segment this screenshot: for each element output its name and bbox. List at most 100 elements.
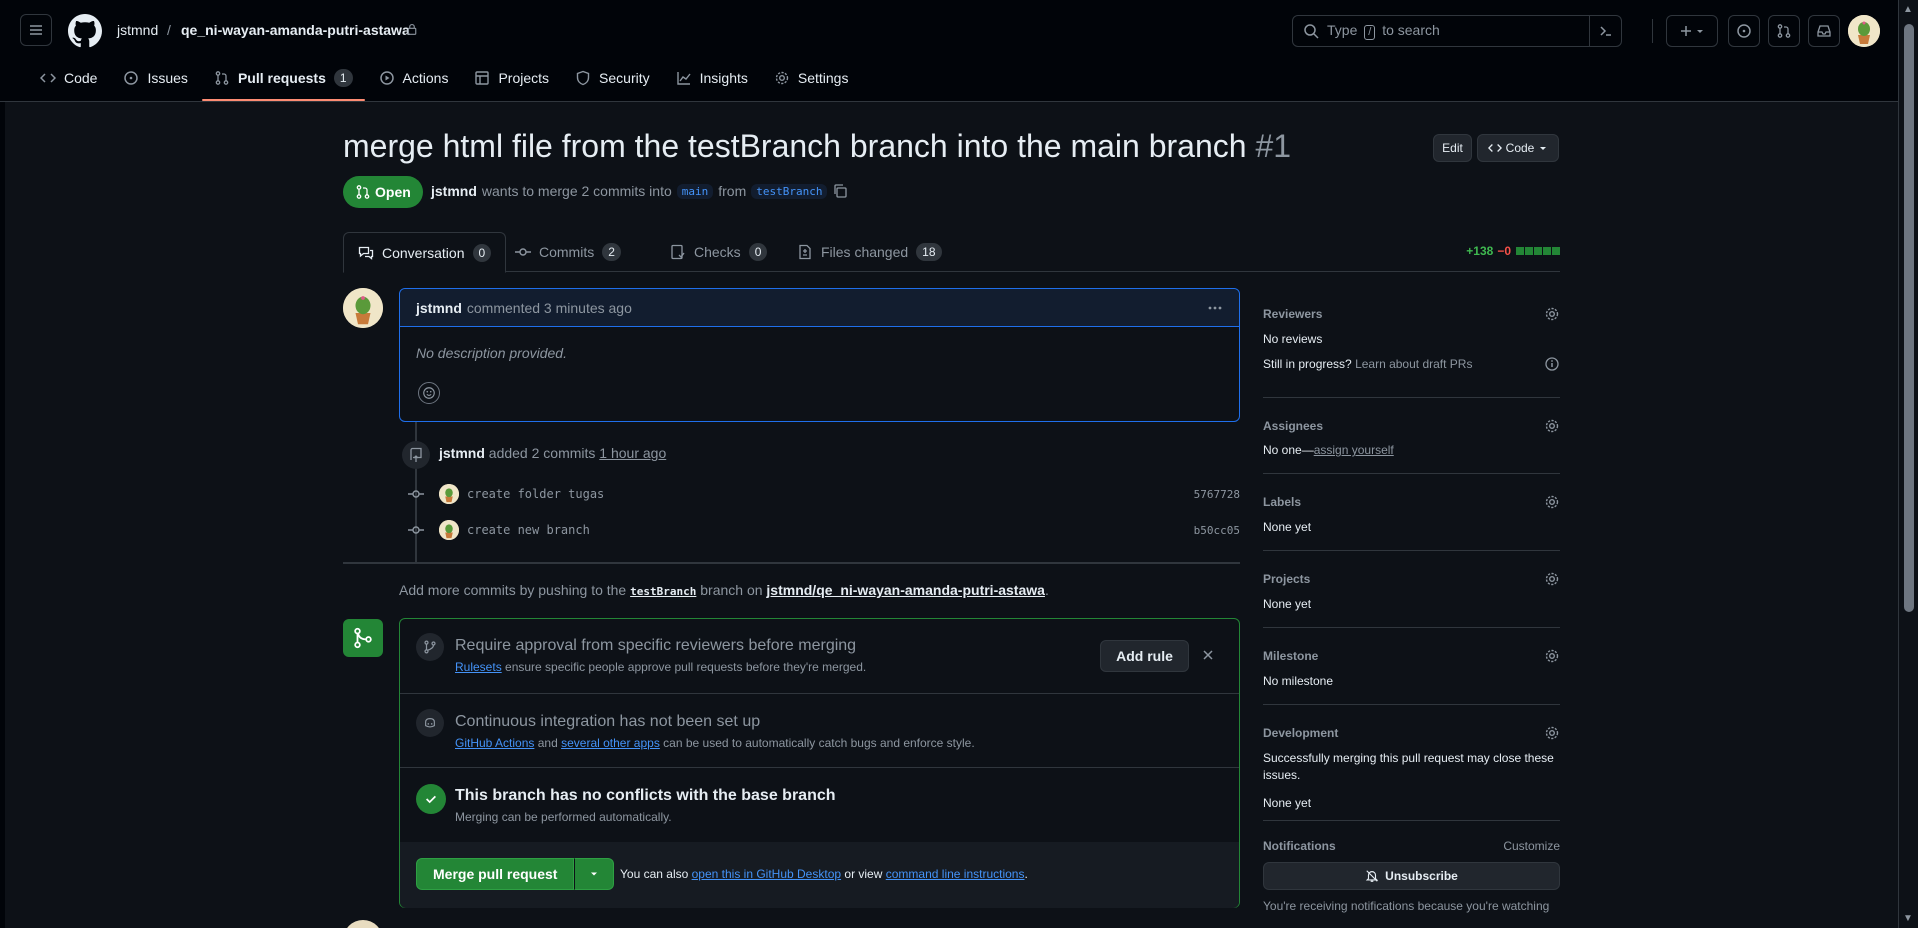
tab-conversation[interactable]: Conversation 0 bbox=[343, 232, 507, 273]
pr-sidebar: Reviewers No reviews Still in progress? … bbox=[1263, 290, 1560, 913]
file-diff-icon bbox=[799, 244, 811, 260]
repo-nav-insights[interactable]: Insights bbox=[664, 63, 760, 93]
comment-author-link[interactable]: jstmnd bbox=[416, 300, 462, 316]
info-icon[interactable] bbox=[1544, 356, 1560, 372]
pull-requests-button[interactable] bbox=[1768, 15, 1800, 47]
head-branch-label[interactable]: testBranch bbox=[751, 183, 828, 199]
user-avatar[interactable] bbox=[1848, 15, 1880, 47]
push-hint-branch-link[interactable]: testBranch bbox=[630, 585, 696, 598]
search-input[interactable]: Type / to search bbox=[1292, 15, 1622, 47]
gear-icon[interactable] bbox=[1544, 418, 1560, 434]
comment-author-avatar[interactable] bbox=[343, 288, 383, 328]
code-dropdown-label: Code bbox=[1505, 141, 1535, 155]
repo-push-icon bbox=[410, 447, 422, 462]
commit-author-avatar[interactable] bbox=[439, 484, 459, 504]
github-logo[interactable] bbox=[68, 14, 102, 48]
copy-icon[interactable] bbox=[832, 183, 848, 199]
sidebar-assignees: Assignees No one—assign yourself bbox=[1263, 398, 1560, 474]
pr-state-badge: Open bbox=[343, 176, 423, 208]
pr-author-link[interactable]: jstmnd bbox=[431, 183, 477, 199]
repo-nav-security[interactable]: Security bbox=[563, 63, 662, 93]
breadcrumb-owner[interactable]: jstmnd bbox=[117, 22, 158, 38]
bell-slash-icon bbox=[1365, 870, 1379, 882]
unsubscribe-button[interactable]: Unsubscribe bbox=[1263, 862, 1560, 890]
push-hint: Add more commits by pushing to the testB… bbox=[399, 582, 1049, 598]
repo-nav-pull-requests[interactable]: Pull requests 1 bbox=[201, 63, 365, 101]
pull-request-icon bbox=[215, 71, 229, 85]
tab-checks[interactable]: Checks 0 bbox=[656, 232, 781, 272]
draft-hint: Still in progress? Learn about draft PRs bbox=[1263, 356, 1560, 372]
draft-question: Still in progress? bbox=[1263, 357, 1352, 371]
draft-prs-link[interactable]: Learn about draft PRs bbox=[1355, 357, 1472, 371]
scroll-down-icon[interactable]: ▼ bbox=[1903, 913, 1913, 924]
milestone-heading: Milestone bbox=[1263, 649, 1319, 663]
issues-button[interactable] bbox=[1728, 15, 1760, 47]
assignees-value: No one—assign yourself bbox=[1263, 443, 1560, 457]
add-reaction-button[interactable] bbox=[418, 382, 440, 404]
gear-icon[interactable] bbox=[1544, 648, 1560, 664]
merge-method-dropdown[interactable] bbox=[574, 858, 615, 890]
repo-nav-actions[interactable]: Actions bbox=[367, 63, 461, 93]
base-branch-label[interactable]: main bbox=[676, 183, 714, 199]
sidebar-labels: Labels None yet bbox=[1263, 474, 1560, 551]
timeline-badge bbox=[402, 441, 430, 469]
app-header: jstmnd / qe_ni-wayan-amanda-putri-astawa… bbox=[0, 0, 1898, 102]
create-new-button[interactable] bbox=[1666, 15, 1718, 47]
gear-icon[interactable] bbox=[1544, 725, 1560, 741]
dismiss-button[interactable] bbox=[1200, 647, 1216, 663]
code-dropdown-button[interactable]: Code bbox=[1477, 134, 1559, 162]
cactus-avatar-icon bbox=[1848, 15, 1880, 47]
pull-request-icon bbox=[1777, 24, 1791, 38]
check-circle-icon bbox=[416, 784, 446, 814]
push-hint-suffix: . bbox=[1044, 582, 1049, 598]
push-hint-prefix: Add more commits by pushing to the bbox=[399, 582, 627, 598]
timeline-author-link[interactable]: jstmnd bbox=[439, 445, 485, 461]
repo-nav-actions-label: Actions bbox=[402, 70, 449, 86]
commit-sha-link[interactable]: b50cc05 bbox=[1194, 524, 1240, 537]
merge-pull-request-button[interactable]: Merge pull request bbox=[416, 858, 575, 890]
github-desktop-link[interactable]: open this in GitHub Desktop bbox=[692, 867, 841, 881]
breadcrumb-repo[interactable]: qe_ni-wayan-amanda-putri-astawa bbox=[181, 22, 410, 38]
timeline-time-link[interactable]: 1 hour ago bbox=[599, 445, 666, 461]
menu-button[interactable] bbox=[20, 14, 52, 46]
approval-title: Require approval from specific reviewers… bbox=[455, 637, 857, 654]
search-icon bbox=[1304, 24, 1319, 39]
pr-meta: jstmnd wants to merge 2 commits into mai… bbox=[431, 183, 848, 199]
repo-nav-settings[interactable]: Settings bbox=[762, 63, 861, 93]
commit-message-link[interactable]: create new branch bbox=[467, 523, 590, 537]
scrollbar-thumb[interactable] bbox=[1904, 24, 1914, 612]
commit-row: create folder tugas 5767728 bbox=[408, 484, 1240, 504]
gear-icon[interactable] bbox=[1544, 306, 1560, 322]
inbox-button[interactable] bbox=[1808, 15, 1840, 47]
page-scrollbar[interactable]: ▲ ▼ bbox=[1898, 0, 1918, 928]
ci-section: Continuous integration has not been set … bbox=[400, 694, 1239, 768]
add-rule-button[interactable]: Add rule bbox=[1100, 640, 1189, 672]
repo-nav-projects[interactable]: Projects bbox=[462, 63, 561, 93]
issue-icon bbox=[124, 71, 139, 85]
gear-icon[interactable] bbox=[1544, 494, 1560, 510]
commit-sha-link[interactable]: 5767728 bbox=[1194, 488, 1240, 501]
command-line-link[interactable]: command line instructions bbox=[886, 867, 1025, 881]
repo-nav-issues[interactable]: Issues bbox=[111, 63, 199, 93]
next-comment-avatar[interactable] bbox=[343, 920, 383, 928]
timeline-divider bbox=[343, 562, 1240, 564]
other-apps-link[interactable]: several other apps bbox=[561, 736, 660, 750]
commit-message-link[interactable]: create folder tugas bbox=[467, 487, 604, 501]
tab-files-changed[interactable]: Files changed 18 bbox=[783, 232, 956, 272]
sidebar-projects: Projects None yet bbox=[1263, 551, 1560, 628]
repo-nav-code[interactable]: Code bbox=[28, 63, 109, 93]
scroll-up-icon[interactable]: ▲ bbox=[1903, 4, 1913, 15]
rulesets-link[interactable]: Rulesets bbox=[455, 660, 502, 674]
push-hint-repo-link[interactable]: jstmnd/qe_ni-wayan-amanda-putri-astawa bbox=[766, 582, 1045, 598]
tab-commits[interactable]: Commits 2 bbox=[501, 232, 635, 272]
github-actions-link[interactable]: GitHub Actions bbox=[455, 736, 534, 750]
edit-title-button[interactable]: Edit bbox=[1433, 134, 1472, 162]
assign-yourself-link[interactable]: assign yourself bbox=[1314, 443, 1394, 457]
customize-notifications-link[interactable]: Customize bbox=[1503, 839, 1560, 853]
gear-icon[interactable] bbox=[1544, 571, 1560, 587]
commit-author-avatar[interactable] bbox=[439, 520, 459, 540]
hamburger-icon bbox=[30, 25, 42, 35]
comment-timestamp[interactable]: commented 3 minutes ago bbox=[467, 300, 632, 316]
command-palette-icon[interactable] bbox=[1589, 16, 1621, 46]
kebab-horizontal-icon[interactable] bbox=[1207, 300, 1223, 316]
